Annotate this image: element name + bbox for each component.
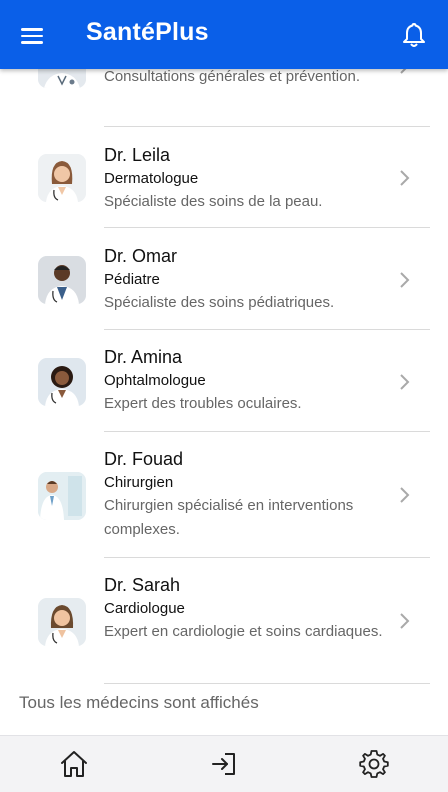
doctor-specialty: Cardiologue <box>104 600 185 617</box>
doctor-row[interactable]: Dr. Amina Ophtalmologue Expert des troub… <box>0 330 448 432</box>
doctor-name: Dr. Leila <box>104 145 171 165</box>
doctor-avatar <box>38 598 86 646</box>
chevron-right-icon <box>400 170 410 186</box>
settings-icon[interactable] <box>358 748 390 780</box>
doctor-row[interactable]: Dr. Omar Pédiatre Spécialiste des soins … <box>0 228 448 330</box>
doctor-name: Dr. Omar <box>104 246 178 266</box>
bell-icon[interactable] <box>400 21 428 49</box>
doctor-specialty: Ophtalmologue <box>104 372 206 389</box>
doctor-avatar <box>38 358 86 406</box>
chevron-right-icon <box>400 272 410 288</box>
doctor-specialty: Chirurgien <box>104 474 174 491</box>
doctor-name: Dr. Sarah <box>104 575 181 595</box>
home-icon[interactable] <box>58 748 90 780</box>
chevron-right-icon <box>400 374 410 390</box>
doctor-specialty: Pédiatre <box>104 271 160 288</box>
doctor-row[interactable]: Dr. Leila Dermatologue Spécialiste des s… <box>0 127 448 228</box>
doctor-name: Dr. Fouad <box>104 449 184 469</box>
doctor-description: Expert en cardiologie et soins cardiaque… <box>104 623 383 640</box>
chevron-right-icon <box>400 613 410 629</box>
doctor-row[interactable]: Dr. Sarah Cardiologue Expert en cardiolo… <box>0 558 448 684</box>
doctor-description: Spécialiste des soins de la peau. <box>104 193 323 210</box>
chevron-right-icon <box>400 487 410 503</box>
doctor-description: Chirurgien spécialisé en interventions c… <box>104 497 354 538</box>
row-divider <box>104 683 430 684</box>
doctor-row[interactable]: Dr. Fouad Chirurgien Chirurgien spéciali… <box>0 432 448 558</box>
doctor-description: Spécialiste des soins pédiatriques. <box>104 294 335 311</box>
doctor-avatar <box>38 256 86 304</box>
app-title: SantéPlus <box>86 18 209 46</box>
doctor-avatar <box>38 472 86 520</box>
doctor-list: Consultations générales et prévention. D… <box>0 0 448 735</box>
bottom-navigation <box>0 735 448 792</box>
menu-icon[interactable] <box>20 25 46 45</box>
list-footer-note: Tous les médecins sont affichés <box>19 693 259 712</box>
doctor-specialty: Dermatologue <box>104 170 199 187</box>
doctor-name: Dr. Amina <box>104 347 183 367</box>
doctor-description: Expert des troubles oculaires. <box>104 395 302 412</box>
doctor-avatar <box>38 154 86 202</box>
login-icon[interactable] <box>208 748 240 780</box>
app-bar: SantéPlus <box>0 0 448 69</box>
